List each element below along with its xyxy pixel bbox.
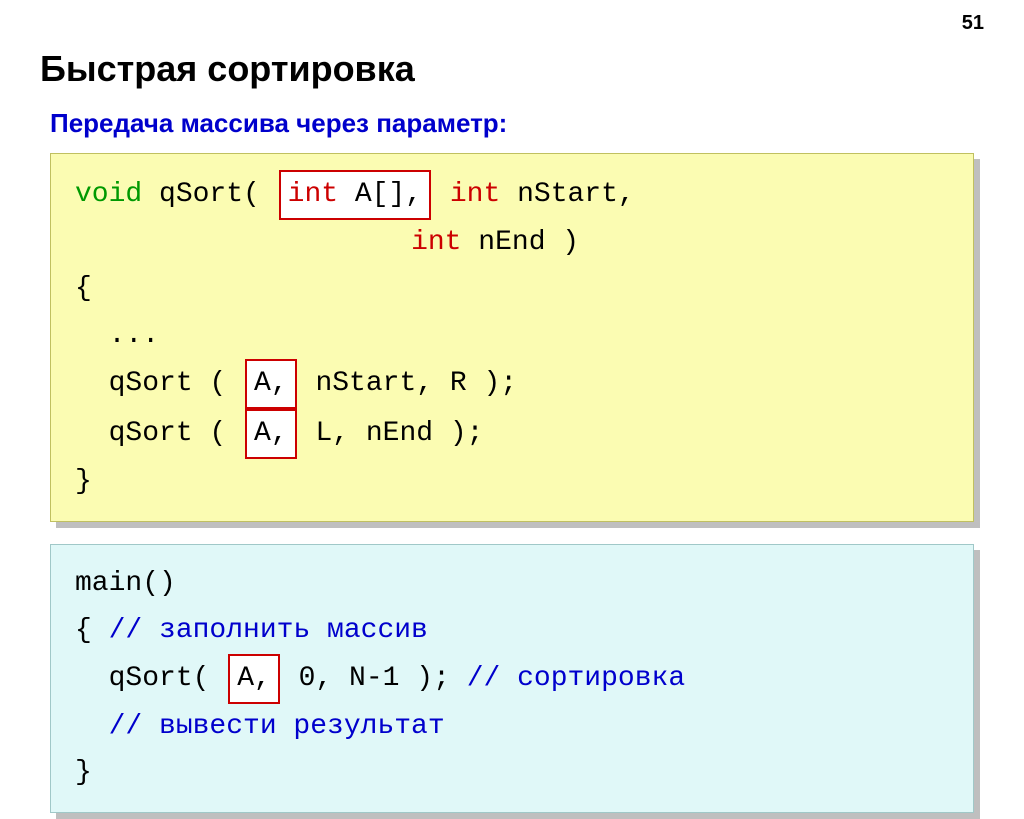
code-line: qSort ( A, L, nEnd ); — [75, 409, 949, 459]
code-line: int nEnd ) — [75, 220, 949, 266]
code-text: 0, N-1 ); — [282, 663, 467, 694]
highlight-arg: A, — [245, 359, 297, 409]
code-line: } — [75, 459, 949, 505]
code-text: nStart, — [500, 179, 634, 210]
code-block-2-wrapper: main() { // заполнить массив qSort( A, 0… — [50, 544, 974, 813]
code-text: qSort( — [142, 179, 276, 210]
page-number: 51 — [962, 12, 984, 35]
code-text: L, nEnd ); — [299, 418, 484, 449]
code-text: nStart, R ); — [299, 368, 517, 399]
comment: // сортировка — [467, 663, 685, 694]
comment: // вывести результат — [75, 704, 949, 750]
code-block-1: void qSort( int A[], int nStart, int nEn… — [50, 153, 974, 522]
code-line: ... — [75, 313, 949, 359]
highlight-param: int A[], — [279, 170, 431, 220]
code-line: void qSort( int A[], int nStart, — [75, 170, 949, 220]
highlight-arg: A, — [228, 654, 280, 704]
code-line: { — [75, 266, 949, 312]
highlight-arg: A, — [245, 409, 297, 459]
code-text — [75, 227, 411, 258]
code-text: qSort ( — [75, 418, 243, 449]
code-text: qSort ( — [75, 368, 243, 399]
code-line: { // заполнить массив — [75, 608, 949, 654]
code-line: main() — [75, 561, 949, 607]
code-text: { — [75, 615, 109, 646]
code-line: qSort ( A, nStart, R ); — [75, 359, 949, 409]
keyword-int: int — [433, 179, 500, 210]
keyword-void: void — [75, 179, 142, 210]
comment: // заполнить массив — [109, 615, 428, 646]
code-block-2: main() { // заполнить массив qSort( A, 0… — [50, 544, 974, 813]
code-text: nEnd ) — [461, 227, 579, 258]
slide-subtitle: Передача массива через параметр: — [50, 108, 984, 139]
code-text: A[], — [338, 179, 422, 210]
code-text: qSort( — [75, 663, 226, 694]
keyword-int: int — [411, 227, 461, 258]
slide-title: Быстрая сортировка — [40, 48, 984, 90]
code-block-1-wrapper: void qSort( int A[], int nStart, int nEn… — [50, 153, 974, 522]
keyword-int: int — [288, 179, 338, 210]
code-line: qSort( A, 0, N-1 ); // сортировка — [75, 654, 949, 704]
code-line: } — [75, 750, 949, 796]
